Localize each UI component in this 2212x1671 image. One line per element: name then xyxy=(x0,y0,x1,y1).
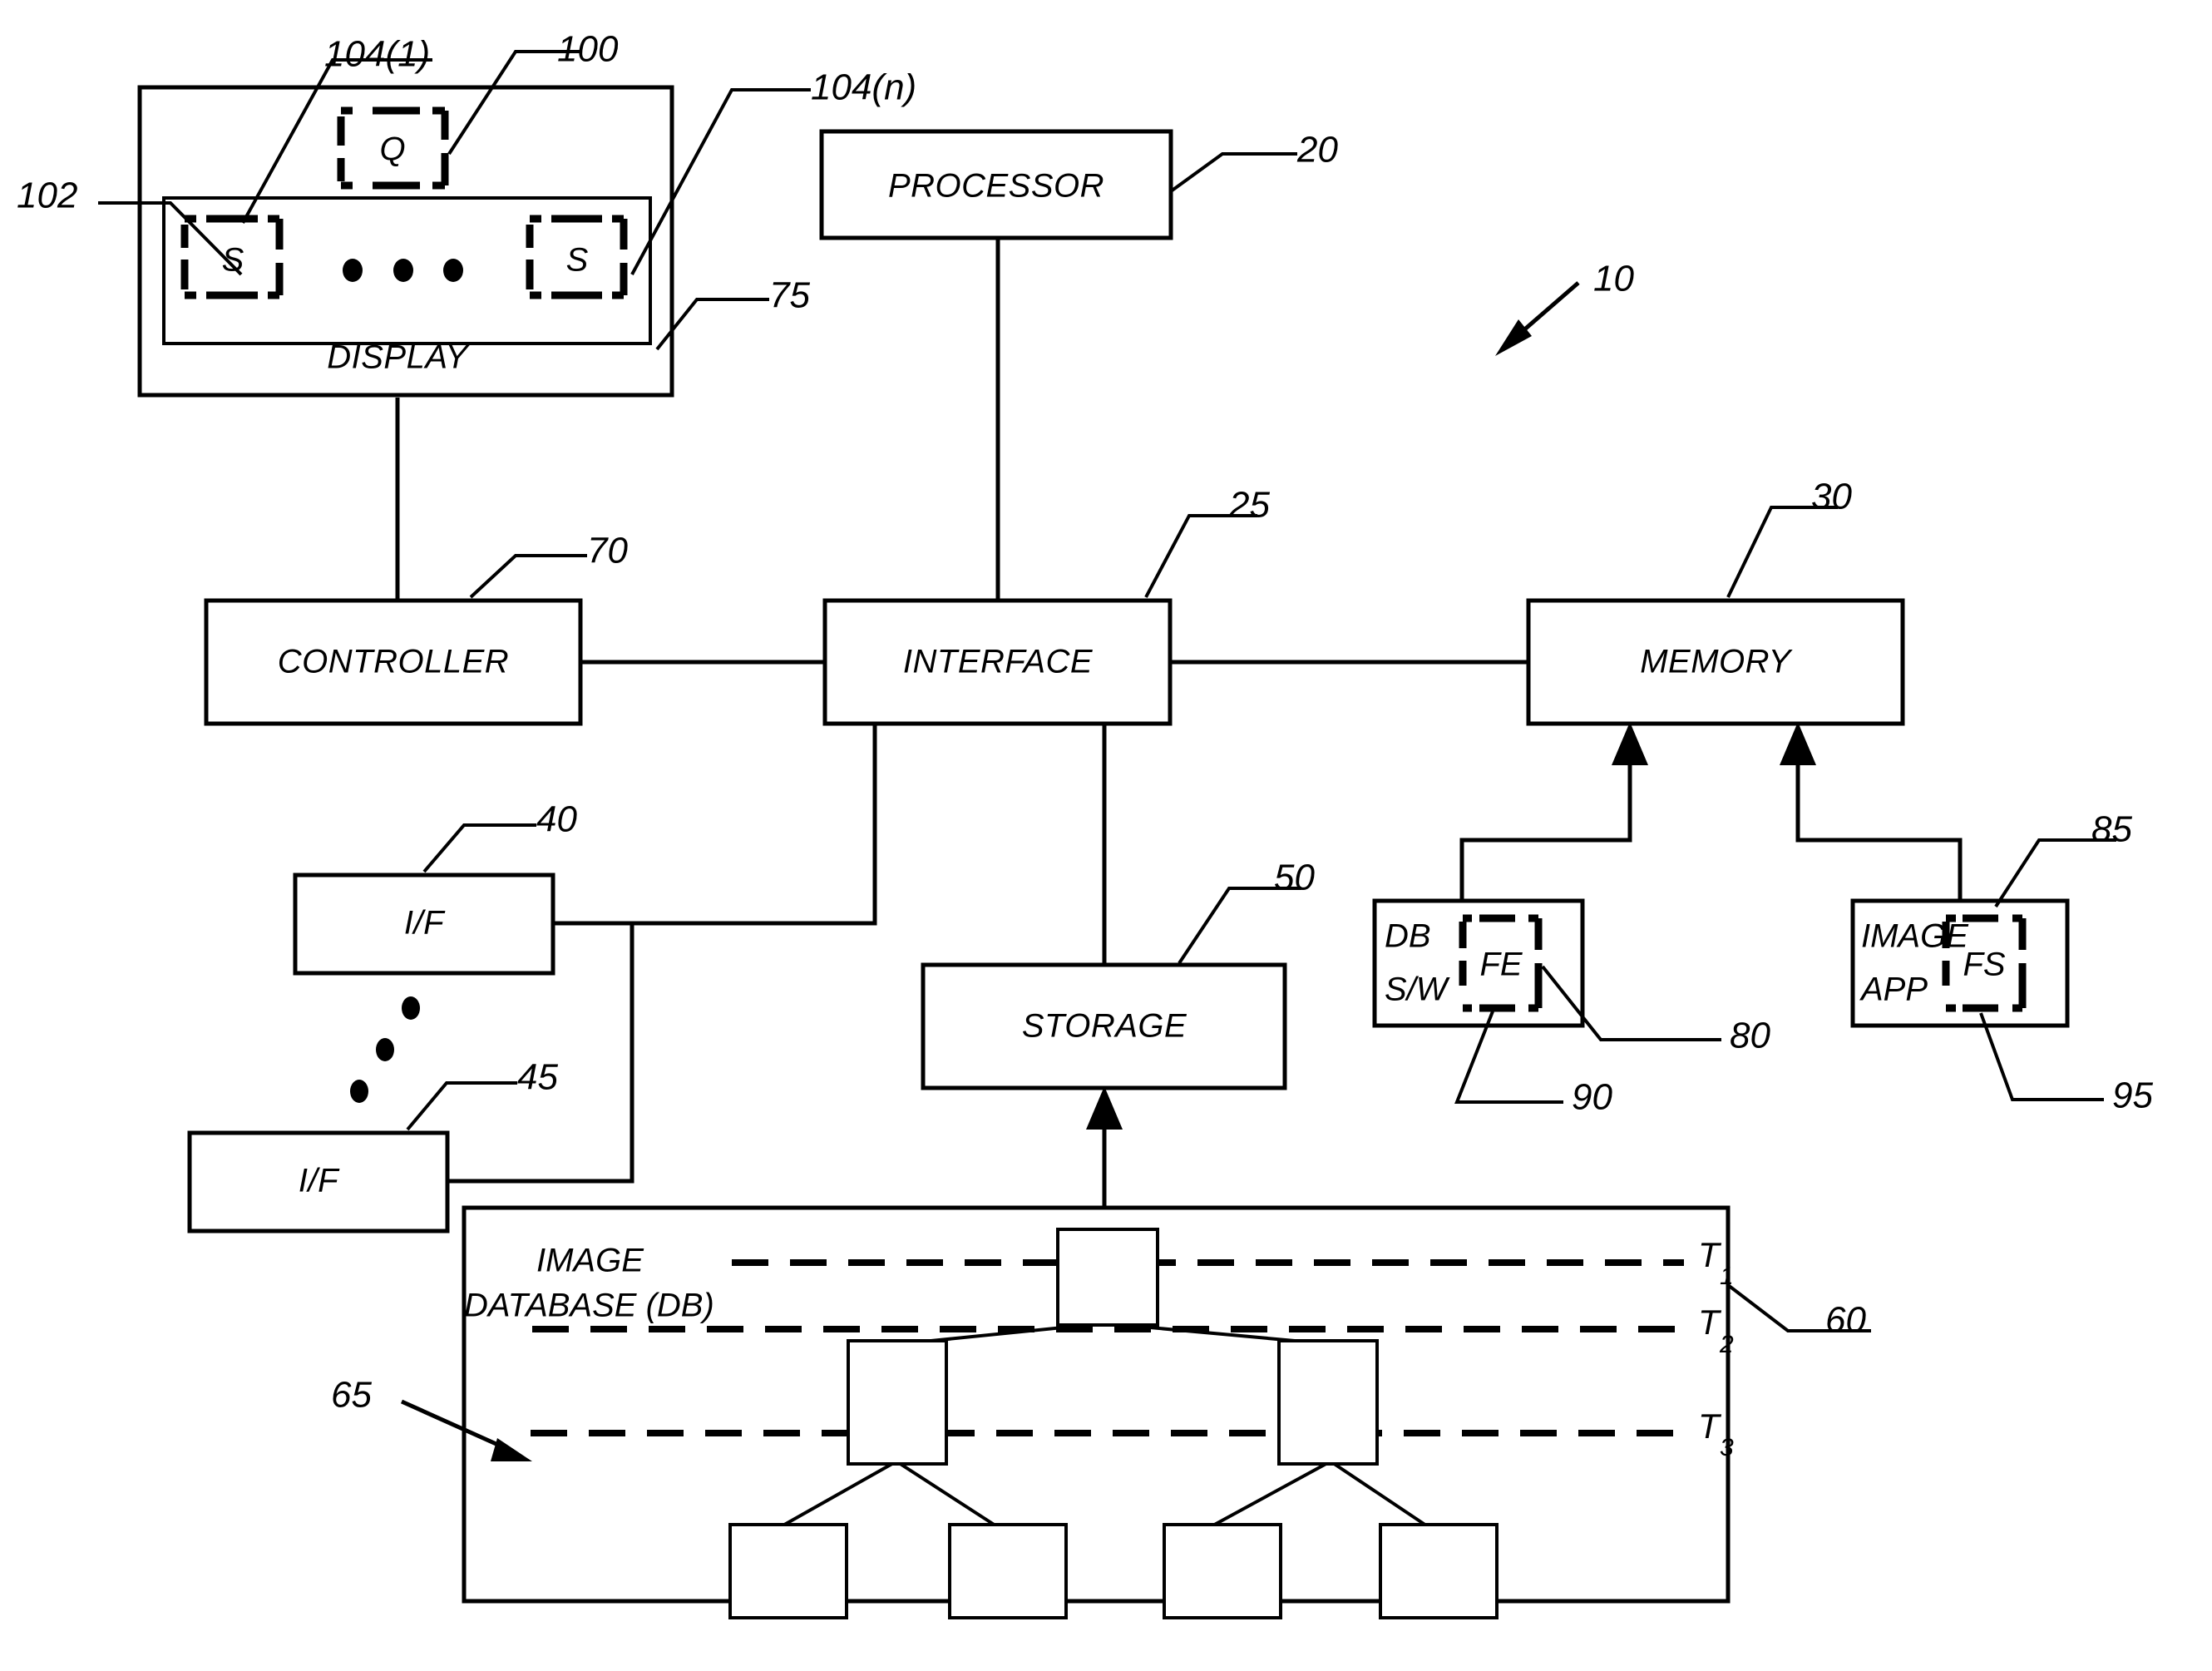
fe-label: FE xyxy=(1479,947,1523,983)
image-app-label-line2: APP xyxy=(1859,971,1928,1008)
ref-40: 40 xyxy=(536,799,577,840)
ref-70: 70 xyxy=(587,531,628,571)
tier-label-t3-text: T xyxy=(1698,1407,1722,1446)
conn-imagedb-storage xyxy=(1086,1086,1123,1208)
leader-85 xyxy=(1994,838,2116,908)
ref-104-1: 104(1) xyxy=(324,34,430,75)
if-bottom-label: I/F xyxy=(299,1163,340,1199)
tree-node-t3-2 xyxy=(948,1523,1068,1619)
result-last-label: S xyxy=(566,242,589,279)
tier-label-t1-text: T xyxy=(1698,1235,1722,1274)
if-top-label: I/F xyxy=(404,905,446,942)
patent-figure: Q S S DISPLAY 102 104(1) 100 104(n) 75 P… xyxy=(0,0,2212,1671)
tree-node-t2-1 xyxy=(847,1339,948,1466)
processor-label: PROCESSOR xyxy=(888,168,1104,205)
ref-30: 30 xyxy=(1811,477,1852,517)
leader-30 xyxy=(1726,506,1838,598)
ref-90: 90 xyxy=(1572,1077,1612,1118)
ref-45: 45 xyxy=(517,1057,558,1098)
image-db-label-line1: IMAGE xyxy=(536,1243,644,1279)
leader-40 xyxy=(422,823,536,873)
display-label: DISPLAY xyxy=(327,339,470,376)
leader-45 xyxy=(406,1081,517,1131)
tree-node-t2-2 xyxy=(1277,1339,1379,1466)
controller-label: CONTROLLER xyxy=(278,644,509,680)
image-db-label-line2: DATABASE (DB) xyxy=(464,1288,714,1324)
interface-label: INTERFACE xyxy=(903,644,1094,680)
query-item-label: Q xyxy=(379,131,405,168)
conn-dbsw-memory xyxy=(1459,722,1648,901)
if-ellipsis xyxy=(350,996,420,1103)
memory-label: MEMORY xyxy=(1640,644,1793,680)
ref-102: 102 xyxy=(17,176,77,216)
system-arrow xyxy=(1495,281,1580,356)
db-sw-label-line2: S/W xyxy=(1385,971,1450,1008)
ref-100: 100 xyxy=(557,29,619,70)
storage-label: STORAGE xyxy=(1022,1008,1187,1045)
db-sw-label-line1: DB xyxy=(1385,918,1431,955)
ref-95: 95 xyxy=(2112,1075,2153,1116)
leader-25 xyxy=(1144,514,1257,598)
fs-label: FS xyxy=(1963,947,2005,983)
tree-node-t3-3 xyxy=(1163,1523,1282,1619)
tier-label-t3-sub: 3 xyxy=(1720,1434,1734,1461)
ref-20: 20 xyxy=(1296,130,1338,171)
tree-node-t3-4 xyxy=(1379,1523,1499,1619)
leader-20 xyxy=(1169,152,1297,193)
leader-70 xyxy=(469,554,587,599)
ref-60: 60 xyxy=(1825,1300,1866,1341)
figure-canvas: Q S S DISPLAY 102 104(1) 100 104(n) 75 P… xyxy=(17,29,2153,1619)
tree-node-t1-1 xyxy=(1056,1228,1159,1327)
ref-65: 65 xyxy=(331,1375,372,1416)
ref-50: 50 xyxy=(1274,858,1315,898)
tier-label-t2-text: T xyxy=(1698,1303,1722,1342)
ref-10: 10 xyxy=(1593,259,1634,299)
ref-85: 85 xyxy=(2091,809,2132,850)
tier-label-t2-sub: 2 xyxy=(1719,1331,1734,1358)
tree-node-t3-1 xyxy=(728,1523,848,1619)
conn-imageapp-memory xyxy=(1780,722,1963,901)
ref-104-n: 104(n) xyxy=(811,67,916,108)
conn-if-top-interface xyxy=(553,724,877,926)
ref-80: 80 xyxy=(1730,1016,1770,1056)
leader-50 xyxy=(1178,887,1301,965)
ref-25: 25 xyxy=(1228,485,1270,526)
ref-75: 75 xyxy=(769,275,810,316)
tier-label-t1-sub: 1 xyxy=(1720,1263,1734,1290)
image-app-label-line1: IMAGE xyxy=(1861,918,1969,955)
